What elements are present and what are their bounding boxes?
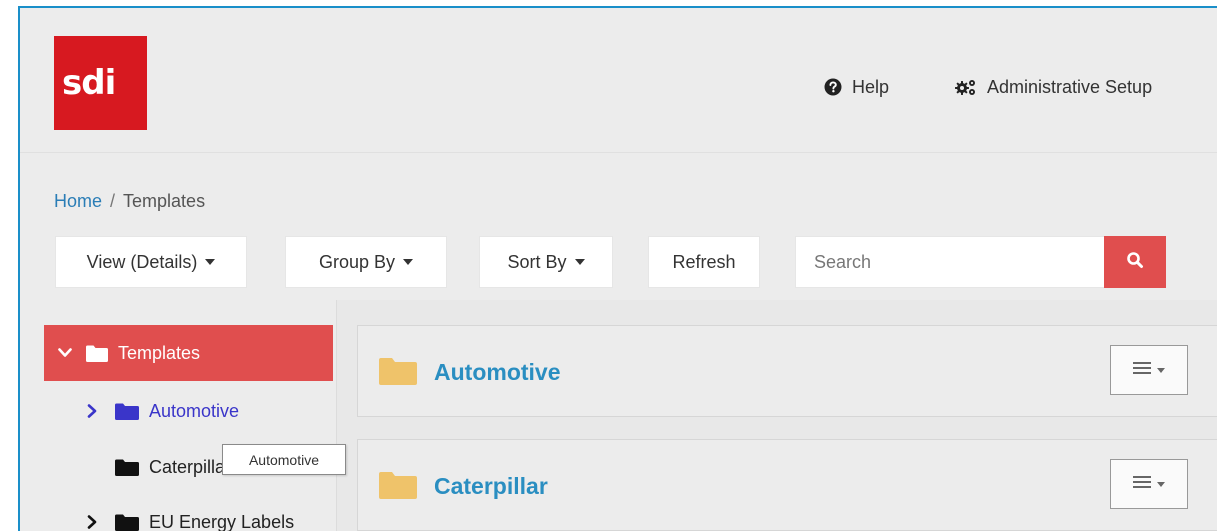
- search-box: [795, 236, 1166, 288]
- folder-title-link[interactable]: Automotive: [434, 359, 561, 386]
- tree-item-eu-energy-labels[interactable]: EU Energy Labels: [87, 508, 294, 531]
- folder-icon: [86, 345, 108, 362]
- hamburger-icon: [1133, 475, 1151, 494]
- tree-root-label: Templates: [118, 342, 201, 363]
- chevron-right-icon[interactable]: [87, 404, 101, 418]
- refresh-label: Refresh: [672, 251, 736, 272]
- hamburger-icon: [1133, 361, 1151, 380]
- view-label: View (Details): [86, 251, 198, 272]
- tree-item-automotive[interactable]: Automotive: [87, 397, 239, 425]
- folder-icon: [379, 357, 417, 390]
- breadcrumb-separator: /: [110, 191, 116, 211]
- logo-text: sdi: [62, 63, 116, 103]
- chevron-right-icon[interactable]: [87, 515, 101, 529]
- view-dropdown-button[interactable]: View (Details): [55, 236, 247, 288]
- help-label: Help: [852, 76, 890, 97]
- folder-title-link[interactable]: Caterpillar: [434, 473, 548, 500]
- search-input[interactable]: [796, 237, 1104, 287]
- sdi-logo[interactable]: sdi: [54, 36, 147, 130]
- top-header: sdi Help Administrative Setup: [20, 8, 1217, 153]
- folder-card-automotive[interactable]: Automotive: [357, 325, 1217, 417]
- app-window: sdi Help Administrative Setup Home / Tem…: [18, 6, 1217, 531]
- folder-icon: [115, 459, 139, 476]
- tree-item-label: Caterpillar: [149, 456, 232, 477]
- group-by-dropdown-button[interactable]: Group By: [285, 236, 447, 288]
- caret-down-icon: [1157, 367, 1165, 373]
- search-button[interactable]: [1104, 236, 1166, 288]
- gears-icon: [955, 78, 977, 96]
- folder-content-panel: Automotive Caterpillar: [336, 300, 1217, 531]
- folder-icon: [379, 471, 417, 504]
- tooltip: Automotive: [222, 444, 346, 475]
- administrative-setup-label: Administrative Setup: [987, 76, 1153, 97]
- question-circle-icon: [824, 78, 842, 96]
- folder-tree: Templates Automotive Caterpillar EU Ener…: [20, 300, 340, 531]
- search-icon: [1126, 251, 1144, 274]
- caret-down-icon: [574, 259, 585, 265]
- caret-down-icon: [205, 259, 216, 265]
- tree-item-caterpillar[interactable]: Caterpillar: [115, 453, 231, 481]
- breadcrumb: Home / Templates: [54, 191, 205, 212]
- tree-root-templates[interactable]: Templates: [44, 325, 333, 381]
- sort-by-dropdown-button[interactable]: Sort By: [479, 236, 613, 288]
- sort-by-label: Sort By: [507, 251, 567, 272]
- caret-down-icon: [1157, 481, 1165, 487]
- chevron-down-icon[interactable]: [58, 348, 72, 358]
- breadcrumb-home-link[interactable]: Home: [54, 191, 102, 211]
- folder-card-caterpillar[interactable]: Caterpillar: [357, 439, 1217, 531]
- tree-item-label: Automotive: [149, 400, 240, 421]
- folder-icon: [115, 403, 139, 420]
- tree-item-label: EU Energy Labels: [149, 511, 295, 531]
- group-by-label: Group By: [318, 251, 396, 272]
- folder-icon: [115, 514, 139, 531]
- folder-actions-menu-button[interactable]: [1110, 459, 1188, 509]
- folder-actions-menu-button[interactable]: [1110, 345, 1188, 395]
- refresh-button[interactable]: Refresh: [648, 236, 760, 288]
- breadcrumb-current: Templates: [123, 191, 206, 211]
- help-link[interactable]: Help: [824, 74, 889, 100]
- caret-down-icon: [403, 259, 414, 265]
- administrative-setup-link[interactable]: Administrative Setup: [955, 74, 1152, 100]
